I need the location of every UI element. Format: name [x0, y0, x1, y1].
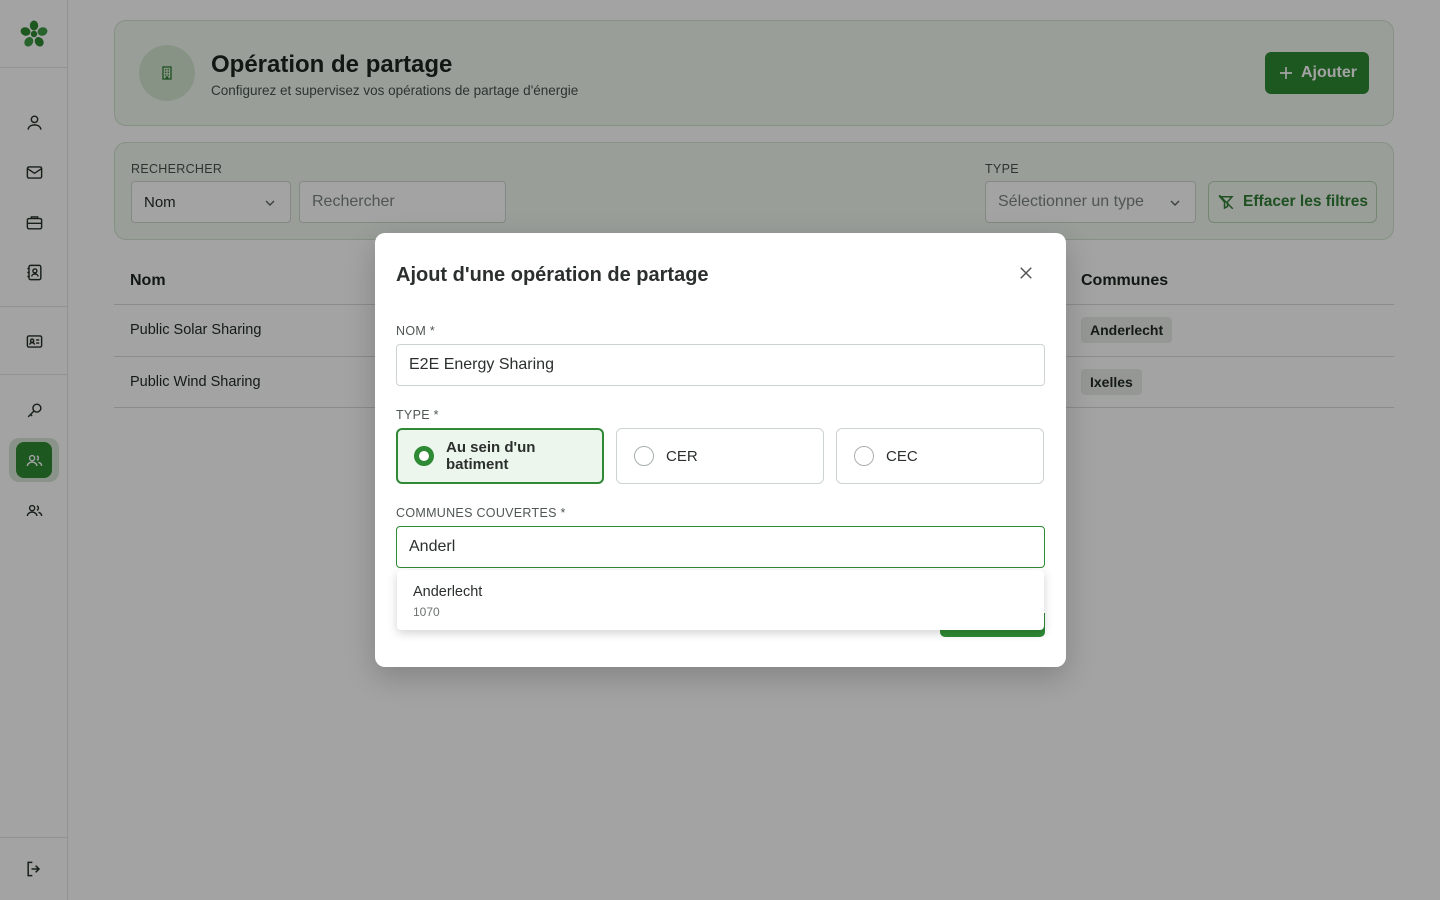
name-input-value: E2E Energy Sharing — [409, 356, 554, 373]
communes-label: COMMUNES COUVERTES * — [396, 506, 566, 520]
type-option-label: CEC — [886, 447, 918, 465]
type-option-label: CER — [666, 447, 698, 465]
communes-input[interactable]: Anderl — [396, 526, 1045, 568]
radio-unselected[interactable] — [634, 446, 654, 466]
communes-input-value: Anderl — [409, 538, 456, 555]
communes-suggestions: Anderlecht 1070 — [397, 570, 1044, 630]
radio-unselected[interactable] — [854, 446, 874, 466]
name-input[interactable]: E2E Energy Sharing — [396, 344, 1045, 386]
add-sharing-modal: Ajout d'une opération de partage NOM * E… — [375, 233, 1066, 667]
close-icon — [1020, 267, 1032, 279]
suggestion-name: Anderlecht — [413, 584, 483, 600]
type-option-cer[interactable]: CER — [616, 428, 824, 484]
type-option-building[interactable]: Au sein d'un batiment — [396, 428, 604, 484]
type-option-label: Au sein d'un batiment — [446, 439, 536, 473]
type-label: TYPE * — [396, 408, 439, 422]
suggestion-postal-code: 1070 — [413, 605, 440, 619]
close-button[interactable] — [1016, 263, 1036, 283]
name-label: NOM * — [396, 324, 435, 338]
radio-selected[interactable] — [414, 446, 434, 466]
type-option-cec[interactable]: CEC — [836, 428, 1044, 484]
modal-title: Ajout d'une opération de partage — [396, 264, 709, 286]
